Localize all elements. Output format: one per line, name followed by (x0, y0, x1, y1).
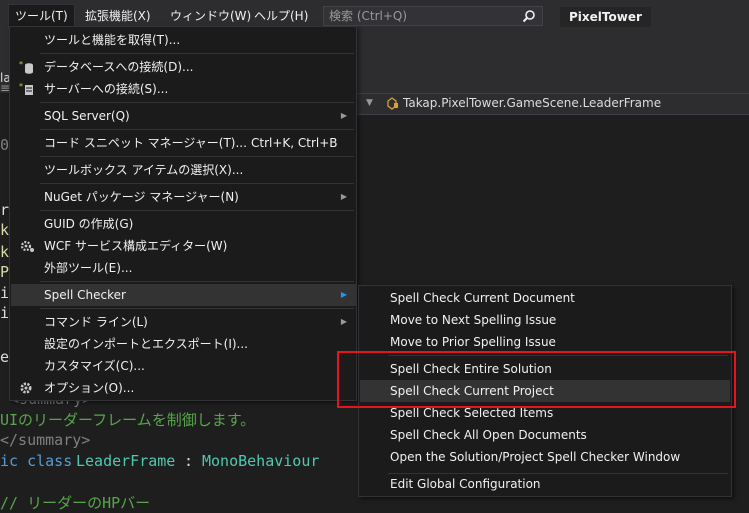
menu-window[interactable]: ウィンドウ(W) (164, 5, 257, 27)
search-icon[interactable] (522, 9, 536, 23)
submenu-arrow-icon: ▶ (340, 290, 347, 299)
menu-item-customize[interactable]: カスタマイズ(C)... (11, 355, 356, 377)
menu-item-wcf-editor[interactable]: WCF サービス構成エディター(W) (11, 235, 356, 257)
tools-menu: ツールと機能を取得(T)... * データベースへの接続(D)... * サーバ… (9, 26, 357, 401)
chevron-down-icon[interactable]: ▼ (366, 96, 376, 110)
base-class-name: MonoBehaviour (202, 452, 320, 470)
menu-help[interactable]: ヘルプ(H) (248, 5, 314, 27)
menu-item-get-tools[interactable]: ツールと機能を取得(T)... (11, 29, 356, 51)
search-box[interactable]: 検索 (Ctrl+Q) (323, 6, 543, 26)
menu-item-spell-checker[interactable]: Spell Checker ▶ (11, 284, 356, 306)
menu-separator (40, 308, 354, 309)
menu-separator (40, 129, 354, 130)
class-icon (387, 97, 398, 110)
gear-icon (20, 382, 32, 394)
submenu-arrow-icon: ▶ (340, 192, 347, 201)
doc-comment-summary-close: </summary> (0, 431, 91, 449)
menu-separator (40, 183, 354, 184)
menu-item-connect-database[interactable]: * データベースへの接続(D)... (11, 56, 356, 78)
server-connect-icon: * (19, 82, 33, 95)
menu-separator (40, 210, 354, 211)
menu-item-next-spelling-issue[interactable]: Move to Next Spelling Issue (360, 309, 730, 331)
submenu-arrow-icon: ▶ (340, 111, 347, 120)
menu-separator (40, 53, 354, 54)
search-placeholder: 検索 (Ctrl+Q) (329, 9, 408, 23)
menu-item-options[interactable]: オプション(O)... (11, 377, 356, 399)
solution-title: PixelTower (560, 7, 651, 27)
svg-text:*: * (19, 82, 23, 91)
menu-item-sql-server[interactable]: SQL Server(Q) ▶ (11, 105, 356, 127)
menu-item-prior-spelling-issue[interactable]: Move to Prior Spelling Issue (360, 331, 730, 353)
menu-separator (40, 156, 354, 157)
menu-item-code-snippet-manager[interactable]: コード スニペット マネージャー(T)... Ctrl+K, Ctrl+B (11, 132, 356, 154)
svg-text:*: * (19, 60, 23, 69)
class-keyword: ic class (0, 452, 73, 470)
submenu-arrow-icon: ▶ (340, 317, 347, 326)
highlight-annotation-box (337, 351, 736, 408)
menu-separator (40, 281, 354, 282)
database-connect-icon: * (19, 60, 33, 74)
menu-item-spell-check-all-open-documents[interactable]: Spell Check All Open Documents (360, 424, 730, 446)
inherit-colon: : (184, 452, 194, 470)
menu-separator (40, 102, 354, 103)
doc-comment-text: UIのリーダーフレームを制御します。 (0, 411, 256, 429)
shortcut-text: Ctrl+K, Ctrl+B (251, 136, 338, 150)
menu-item-spell-check-current-document[interactable]: Spell Check Current Document (360, 287, 730, 309)
menu-item-connect-server[interactable]: * サーバーへの接続(S)... (11, 78, 356, 100)
menu-item-choose-toolbox-items[interactable]: ツールボックス アイテムの選択(X)... (11, 159, 356, 181)
menu-item-import-export-settings[interactable]: 設定のインポートとエクスポート(I)... (11, 333, 356, 355)
navigation-member-text: Takap.PixelTower.GameScene.LeaderFrame (403, 96, 662, 110)
wcf-config-icon (20, 240, 34, 252)
menu-item-command-line[interactable]: コマンド ライン(L) ▶ (11, 311, 356, 333)
class-name: LeaderFrame (76, 452, 176, 470)
menu-item-create-guid[interactable]: GUID の作成(G) (11, 213, 356, 235)
code-comment: // リーダーのHPバー (0, 494, 151, 512)
menu-item-nuget[interactable]: NuGet パッケージ マネージャー(N) ▶ (11, 186, 356, 208)
menu-item-external-tools[interactable]: 外部ツール(E)... (11, 257, 356, 279)
menu-extensions[interactable]: 拡張機能(X) (79, 5, 157, 27)
menu-item-open-spell-checker-window[interactable]: Open the Solution/Project Spell Checker … (360, 446, 730, 468)
code-line-fragment: e (0, 348, 10, 366)
menu-item-edit-global-configuration[interactable]: Edit Global Configuration (360, 473, 730, 495)
